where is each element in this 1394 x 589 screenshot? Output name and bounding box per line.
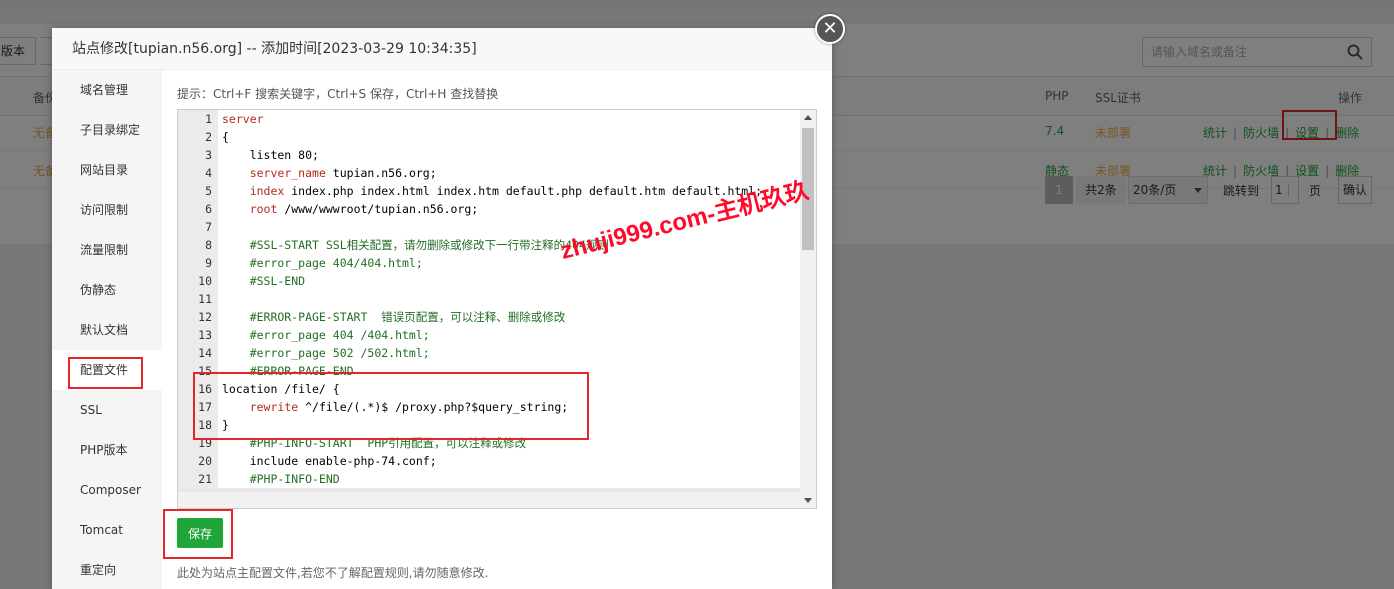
tab-config-file[interactable]: 配置文件: [52, 350, 162, 390]
tab-php-version[interactable]: PHP版本: [52, 430, 162, 470]
code-line[interactable]: 2{: [178, 128, 800, 146]
line-number: 4: [205, 166, 212, 180]
keyword: index: [249, 184, 285, 198]
code-line[interactable]: 20 include enable-php-74.conf;: [178, 452, 800, 470]
line-text: #ERROR-PAGE-END: [222, 364, 354, 378]
tab-access-limit[interactable]: 访问限制: [52, 190, 162, 230]
line-text: #PHP-INFO-START PHP引用配置，可以注释或修改: [222, 436, 527, 450]
line-number: 14: [198, 346, 212, 360]
code-line[interactable]: 21 #PHP-INFO-END: [178, 470, 800, 488]
line-number: 20: [198, 454, 212, 468]
line-number: 5: [205, 184, 212, 198]
keyword: root: [249, 202, 278, 216]
code-line[interactable]: 11: [178, 290, 800, 308]
code-line[interactable]: 4 server_name tupian.n56.org;: [178, 164, 800, 182]
tab-traffic-limit[interactable]: 流量限制: [52, 230, 162, 270]
line-number: 17: [198, 400, 212, 414]
code-lines[interactable]: 1 server 2{3 listen 80; 4 server_name tupia…: [178, 110, 800, 506]
site-edit-modal: 站点修改[tupian.n56.org] -- 添加时间[2023-03-29 …: [52, 28, 832, 589]
line-number: 21: [198, 472, 212, 486]
line-text: include enable-php-74.conf;: [222, 454, 437, 468]
line-text: #ERROR-PAGE-START 错误页配置，可以注释、删除或修改: [222, 310, 566, 324]
line-number: 2: [205, 130, 212, 144]
line-number: 1: [205, 112, 212, 126]
config-note: 此处为站点主配置文件,若您不了解配置规则,请勿随意修改.: [177, 566, 489, 580]
save-button[interactable]: 保存: [177, 518, 223, 548]
line-number: 18: [198, 418, 212, 432]
line-number: 19: [198, 436, 212, 450]
code-line[interactable]: 9 #error_page 404/404.html;: [178, 254, 800, 272]
line-number: 3: [205, 148, 212, 162]
modal-title: 站点修改[tupian.n56.org] -- 添加时间[2023-03-29 …: [52, 28, 832, 70]
code-line[interactable]: 12 #ERROR-PAGE-START 错误页配置，可以注释、删除或修改: [178, 308, 800, 326]
shortcut-tip: 提示：Ctrl+F 搜索关键字，Ctrl+S 保存，Ctrl+H 查找替换: [177, 87, 499, 101]
code-line[interactable]: 13 #error_page 404 /404.html;: [178, 326, 800, 344]
keyword: server: [222, 112, 264, 126]
line-number: 7: [205, 220, 212, 234]
line-number: 16: [198, 382, 212, 396]
line-number: 6: [205, 202, 212, 216]
code-line[interactable]: 1 server: [178, 110, 800, 128]
line-text: #error_page 502 /502.html;: [222, 346, 430, 360]
code-line[interactable]: 8 #SSL-START SSL相关配置，请勿删除或修改下一行带注释的404规则: [178, 236, 800, 254]
line-text: #SSL-END: [222, 274, 306, 288]
line-number: 8: [205, 238, 212, 252]
line-text: index index.php index.html index.htm def…: [249, 184, 763, 198]
line-number: 12: [198, 310, 212, 324]
tab-composer[interactable]: Composer: [52, 470, 162, 510]
code-line[interactable]: 14 #error_page 502 /502.html;: [178, 344, 800, 362]
tab-ssl[interactable]: SSL: [52, 390, 162, 430]
line-text: server_name tupian.n56.org;: [249, 166, 437, 180]
code-line[interactable]: 10 #SSL-END: [178, 272, 800, 290]
code-line[interactable]: 3 listen 80;: [178, 146, 800, 164]
line-text: #error_page 404/404.html;: [222, 256, 423, 270]
modal-sidebar: 域名管理 子目录绑定 网站目录 访问限制 流量限制 伪静态 默认文档 配置文件 …: [52, 70, 162, 589]
tab-domain[interactable]: 域名管理: [52, 70, 162, 110]
tab-redirect[interactable]: 重定向: [52, 550, 162, 589]
keyword: rewrite: [249, 400, 299, 414]
line-text: rewrite ^/file/(.*)$ /proxy.php?$query_s…: [249, 400, 569, 414]
keyword: server_name: [249, 166, 326, 180]
line-number: 10: [198, 274, 212, 288]
line-number: 15: [198, 364, 212, 378]
config-panel: 提示：Ctrl+F 搜索关键字，Ctrl+S 保存，Ctrl+H 查找替换 1s…: [162, 70, 832, 589]
line-text: {: [222, 130, 229, 144]
code-line[interactable]: 16 location /file/ {: [178, 380, 800, 398]
code-line[interactable]: 15 #ERROR-PAGE-END: [178, 362, 800, 380]
code-line[interactable]: 17 rewrite ^/file/(.*)$ /proxy.php?$quer…: [178, 398, 800, 416]
tab-rewrite[interactable]: 伪静态: [52, 270, 162, 310]
line-text: server: [222, 110, 264, 128]
scroll-up-icon[interactable]: [804, 115, 812, 120]
tab-site-dir[interactable]: 网站目录: [52, 150, 162, 190]
line-text: location /file/ {: [222, 382, 340, 396]
horizontal-scrollbar[interactable]: [178, 492, 800, 508]
line-text: }: [222, 418, 229, 432]
line-text: root /www/wwwroot/tupian.n56.org;: [249, 202, 479, 216]
line-text: #error_page 404 /404.html;: [222, 328, 430, 342]
line-text: #SSL-START SSL相关配置，请勿删除或修改下一行带注释的404规则: [222, 238, 609, 252]
code-line[interactable]: 18}: [178, 416, 800, 434]
line-number: 11: [198, 292, 212, 306]
scroll-down-icon[interactable]: [804, 498, 812, 503]
line-text: #PHP-INFO-END: [222, 472, 340, 486]
tab-tomcat[interactable]: Tomcat: [52, 510, 162, 550]
tab-subdir-binding[interactable]: 子目录绑定: [52, 110, 162, 150]
line-number: 9: [205, 256, 212, 270]
close-icon[interactable]: ✕: [815, 14, 845, 44]
code-line[interactable]: 19 #PHP-INFO-START PHP引用配置，可以注释或修改: [178, 434, 800, 452]
line-text: listen 80;: [222, 148, 319, 162]
tab-default-doc[interactable]: 默认文档: [52, 310, 162, 350]
code-editor[interactable]: 1 server 2{3 listen 80; 4 server_name tupia…: [177, 109, 817, 509]
line-number: 13: [198, 328, 212, 342]
